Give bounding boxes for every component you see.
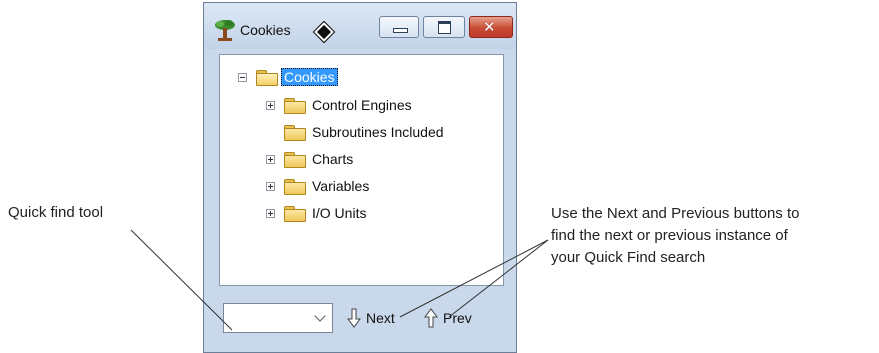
- next-leader-line: [399, 239, 549, 318]
- quick-find-leader-line: [130, 229, 233, 331]
- prev-leader-line: [448, 239, 549, 318]
- callout-lines: [130, 229, 549, 331]
